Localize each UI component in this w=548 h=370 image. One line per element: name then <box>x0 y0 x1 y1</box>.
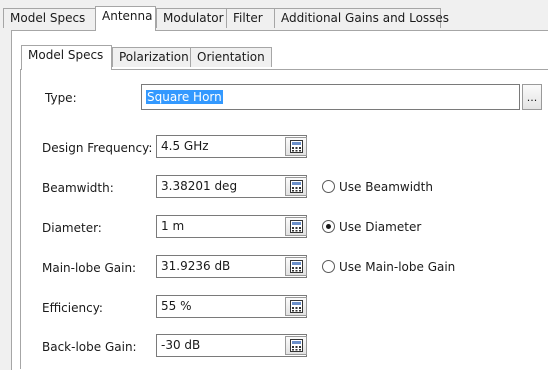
beamwidth-value: 3.38201 deg <box>161 179 238 193</box>
type-browse-button[interactable]: ... <box>522 84 542 110</box>
model-specs-subpanel: Type: Square Horn ... Design Frequency: … <box>20 69 548 369</box>
efficiency-value: 55 % <box>161 299 192 313</box>
tab-additional-gains-losses[interactable]: Additional Gains and Losses <box>274 8 449 28</box>
use-beamwidth-label[interactable]: Use Beamwidth <box>339 180 433 194</box>
main-lobe-gain-value: 31.9236 dB <box>161 259 231 273</box>
use-main-lobe-gain-radio[interactable] <box>322 260 335 273</box>
main-lobe-gain-calculator-icon[interactable] <box>285 257 307 276</box>
main-lobe-gain-label: Main-lobe Gain: <box>42 261 137 275</box>
antenna-panel: Model Specs Polarization Orientation Typ… <box>11 30 548 370</box>
design-frequency-calculator-icon[interactable] <box>285 137 307 156</box>
design-frequency-label: Design Frequency: <box>42 141 153 155</box>
subtab-polarization[interactable]: Polarization <box>112 47 191 67</box>
design-frequency-value: 4.5 GHz <box>161 139 209 153</box>
back-lobe-gain-calculator-icon[interactable] <box>285 336 307 355</box>
diameter-label: Diameter: <box>42 221 102 235</box>
tab-model-specs[interactable]: Model Specs <box>3 8 96 28</box>
type-label: Type: <box>45 91 77 105</box>
tab-modulator[interactable]: Modulator <box>156 8 227 28</box>
tab-antenna[interactable]: Antenna <box>95 6 156 31</box>
use-beamwidth-radio[interactable] <box>322 180 335 193</box>
use-diameter-radio[interactable] <box>322 220 335 233</box>
back-lobe-gain-label: Back-lobe Gain: <box>42 340 137 354</box>
use-main-lobe-gain-label[interactable]: Use Main-lobe Gain <box>339 260 455 274</box>
tab-filter[interactable]: Filter <box>226 8 275 28</box>
diameter-calculator-icon[interactable] <box>285 217 307 236</box>
subtab-orientation[interactable]: Orientation <box>190 47 272 67</box>
subtab-model-specs[interactable]: Model Specs <box>21 45 112 70</box>
diameter-value: 1 m <box>161 219 185 233</box>
beamwidth-label: Beamwidth: <box>42 181 114 195</box>
type-field[interactable]: Square Horn <box>141 84 520 110</box>
beamwidth-calculator-icon[interactable] <box>285 177 307 196</box>
efficiency-calculator-icon[interactable] <box>285 297 307 316</box>
back-lobe-gain-value: -30 dB <box>161 338 201 352</box>
efficiency-label: Efficiency: <box>42 301 103 315</box>
use-diameter-label[interactable]: Use Diameter <box>339 220 421 234</box>
type-value: Square Horn <box>146 90 223 104</box>
